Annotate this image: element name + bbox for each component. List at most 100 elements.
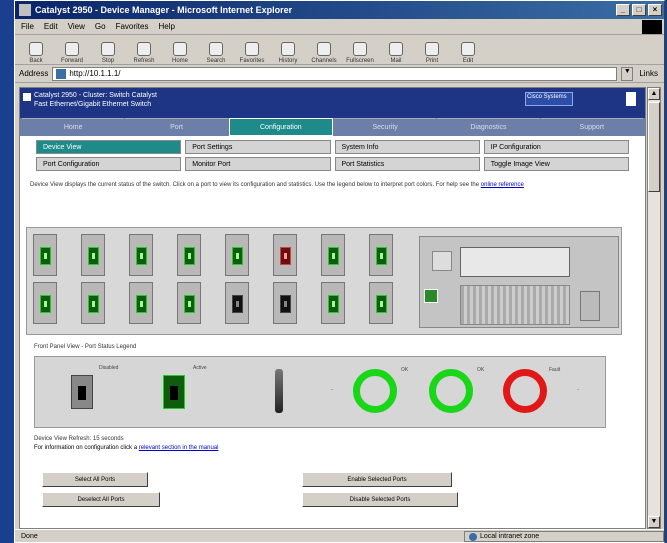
- forward-icon: [65, 41, 79, 56]
- port-status-icon: [184, 247, 195, 265]
- edit-button[interactable]: Edit: [453, 36, 483, 64]
- device-icon: [23, 93, 31, 101]
- port-status-icon: [88, 295, 99, 313]
- port-slot[interactable]: [369, 234, 393, 276]
- port-slot[interactable]: [129, 282, 153, 324]
- forward-button[interactable]: Forward: [57, 36, 87, 64]
- port-status-icon: [280, 247, 291, 265]
- port-status-icon: [40, 295, 51, 313]
- scroll-down-arrow-icon[interactable]: ▼: [648, 516, 660, 528]
- port-slot[interactable]: [177, 234, 201, 276]
- port-slot[interactable]: [369, 282, 393, 324]
- close-button[interactable]: ×: [648, 4, 662, 16]
- fullscreen-icon: [353, 41, 367, 56]
- address-input[interactable]: http://10.1.1.1/: [52, 66, 618, 81]
- port-slot[interactable]: [225, 234, 249, 276]
- channels-icon: [317, 41, 331, 56]
- subtab-port-statistics[interactable]: Port Statistics: [334, 157, 480, 171]
- history-button[interactable]: History: [273, 36, 303, 64]
- mail-button[interactable]: Mail: [381, 36, 411, 64]
- menu-view[interactable]: View: [68, 22, 85, 31]
- subtab-toggle-image-view[interactable]: Toggle Image View: [483, 157, 629, 171]
- status-ring-ok-icon: [429, 369, 473, 413]
- favorites-icon: [245, 41, 259, 56]
- port-slot[interactable]: [225, 282, 249, 324]
- links-button[interactable]: Links: [637, 69, 660, 78]
- menu-favorites[interactable]: Favorites: [116, 22, 149, 31]
- vertical-scrollbar[interactable]: ▲ ▼: [647, 87, 661, 529]
- tab-home[interactable]: Home: [22, 118, 125, 136]
- search-button[interactable]: Search: [201, 36, 231, 64]
- menu-go[interactable]: Go: [95, 22, 106, 31]
- minimize-button[interactable]: _: [616, 4, 630, 16]
- legend-active-label: Active: [193, 365, 207, 371]
- port-status-icon: [40, 247, 51, 265]
- address-label: Address: [19, 69, 49, 78]
- subtab-device-view[interactable]: Device View: [36, 140, 182, 154]
- subtab-port-configuration[interactable]: Port Configuration: [36, 157, 182, 171]
- address-dropdown[interactable]: ▼: [621, 66, 634, 81]
- tab-diagnostics[interactable]: Diagnostics: [437, 118, 540, 136]
- online-reference-link[interactable]: online reference: [481, 182, 524, 188]
- disable-selected-ports-button[interactable]: Disable Selected Ports: [302, 492, 458, 507]
- separator: -: [331, 387, 333, 393]
- port-slot[interactable]: [33, 234, 57, 276]
- port-slot[interactable]: [177, 282, 201, 324]
- ring-label-2: OK: [477, 367, 485, 373]
- menu-help[interactable]: Help: [158, 22, 174, 31]
- scroll-thumb[interactable]: [648, 102, 660, 192]
- help-icon[interactable]: [626, 92, 636, 106]
- subtab-port-settings[interactable]: Port Settings: [185, 140, 331, 154]
- legend-port-disabled-icon: [71, 375, 93, 409]
- port-status-icon: [184, 295, 195, 313]
- cisco-logo: Cisco Systems: [525, 92, 573, 106]
- browser-window: Catalyst 2950 - Device Manager - Microso…: [14, 0, 665, 543]
- port-slot[interactable]: [129, 234, 153, 276]
- tab-configuration[interactable]: Configuration: [228, 118, 333, 136]
- select-all-ports-button[interactable]: Select All Ports: [42, 472, 148, 487]
- maximize-button[interactable]: □: [632, 4, 646, 16]
- page-content: Catalyst 2950 - Cluster: Switch Catalyst…: [19, 87, 646, 529]
- subtab-ip-configuration[interactable]: IP Configuration: [483, 140, 629, 154]
- port-slot[interactable]: [321, 282, 345, 324]
- port-slot[interactable]: [81, 282, 105, 324]
- port-slot[interactable]: [321, 234, 345, 276]
- sub-tabs: Device View Port Settings System Info IP…: [20, 136, 645, 171]
- refresh-icon: [137, 41, 151, 56]
- port-status-icon: [328, 295, 339, 313]
- system-led-icon[interactable]: [424, 289, 438, 303]
- print-button[interactable]: Print: [417, 36, 447, 64]
- subtab-monitor-port[interactable]: Monitor Port: [185, 157, 331, 171]
- title-bar: Catalyst 2950 - Device Manager - Microso…: [15, 1, 664, 19]
- subtab-system-info[interactable]: System Info: [334, 140, 480, 154]
- favorites-button[interactable]: Favorites: [237, 36, 267, 64]
- refresh-button[interactable]: Refresh: [129, 36, 159, 64]
- port-slot[interactable]: [81, 234, 105, 276]
- scroll-up-arrow-icon[interactable]: ▲: [648, 88, 660, 100]
- console-port[interactable]: [580, 291, 600, 321]
- deselect-all-ports-button[interactable]: Deselect All Ports: [42, 492, 160, 507]
- port-slot[interactable]: [33, 282, 57, 324]
- port-slot[interactable]: [273, 282, 297, 324]
- stop-button[interactable]: Stop: [93, 36, 123, 64]
- tab-port[interactable]: Port: [125, 118, 228, 136]
- ring-label-3: Fault: [549, 367, 561, 373]
- port-slot[interactable]: [273, 234, 297, 276]
- tab-support[interactable]: Support: [540, 118, 643, 136]
- display-panel: [460, 247, 570, 277]
- enable-selected-ports-button[interactable]: Enable Selected Ports: [302, 472, 452, 487]
- fullscreen-button[interactable]: Fullscreen: [345, 36, 375, 64]
- manual-note: For information on configuration click a…: [34, 445, 219, 451]
- vent-grille: [460, 285, 570, 325]
- manual-link[interactable]: relevant section in the manual: [139, 445, 219, 451]
- back-button[interactable]: Back: [21, 36, 51, 64]
- channels-button[interactable]: Channels: [309, 36, 339, 64]
- tab-security[interactable]: Security: [333, 118, 437, 136]
- intro-text: Device View displays the current status …: [30, 182, 524, 188]
- menu-edit[interactable]: Edit: [44, 22, 58, 31]
- menu-file[interactable]: File: [21, 22, 34, 31]
- page-header: Catalyst 2950 - Cluster: Switch Catalyst…: [20, 88, 645, 118]
- home-button[interactable]: Home: [165, 36, 195, 64]
- port-status-icon: [232, 247, 243, 265]
- zone-pane: Local intranet zone: [464, 531, 664, 542]
